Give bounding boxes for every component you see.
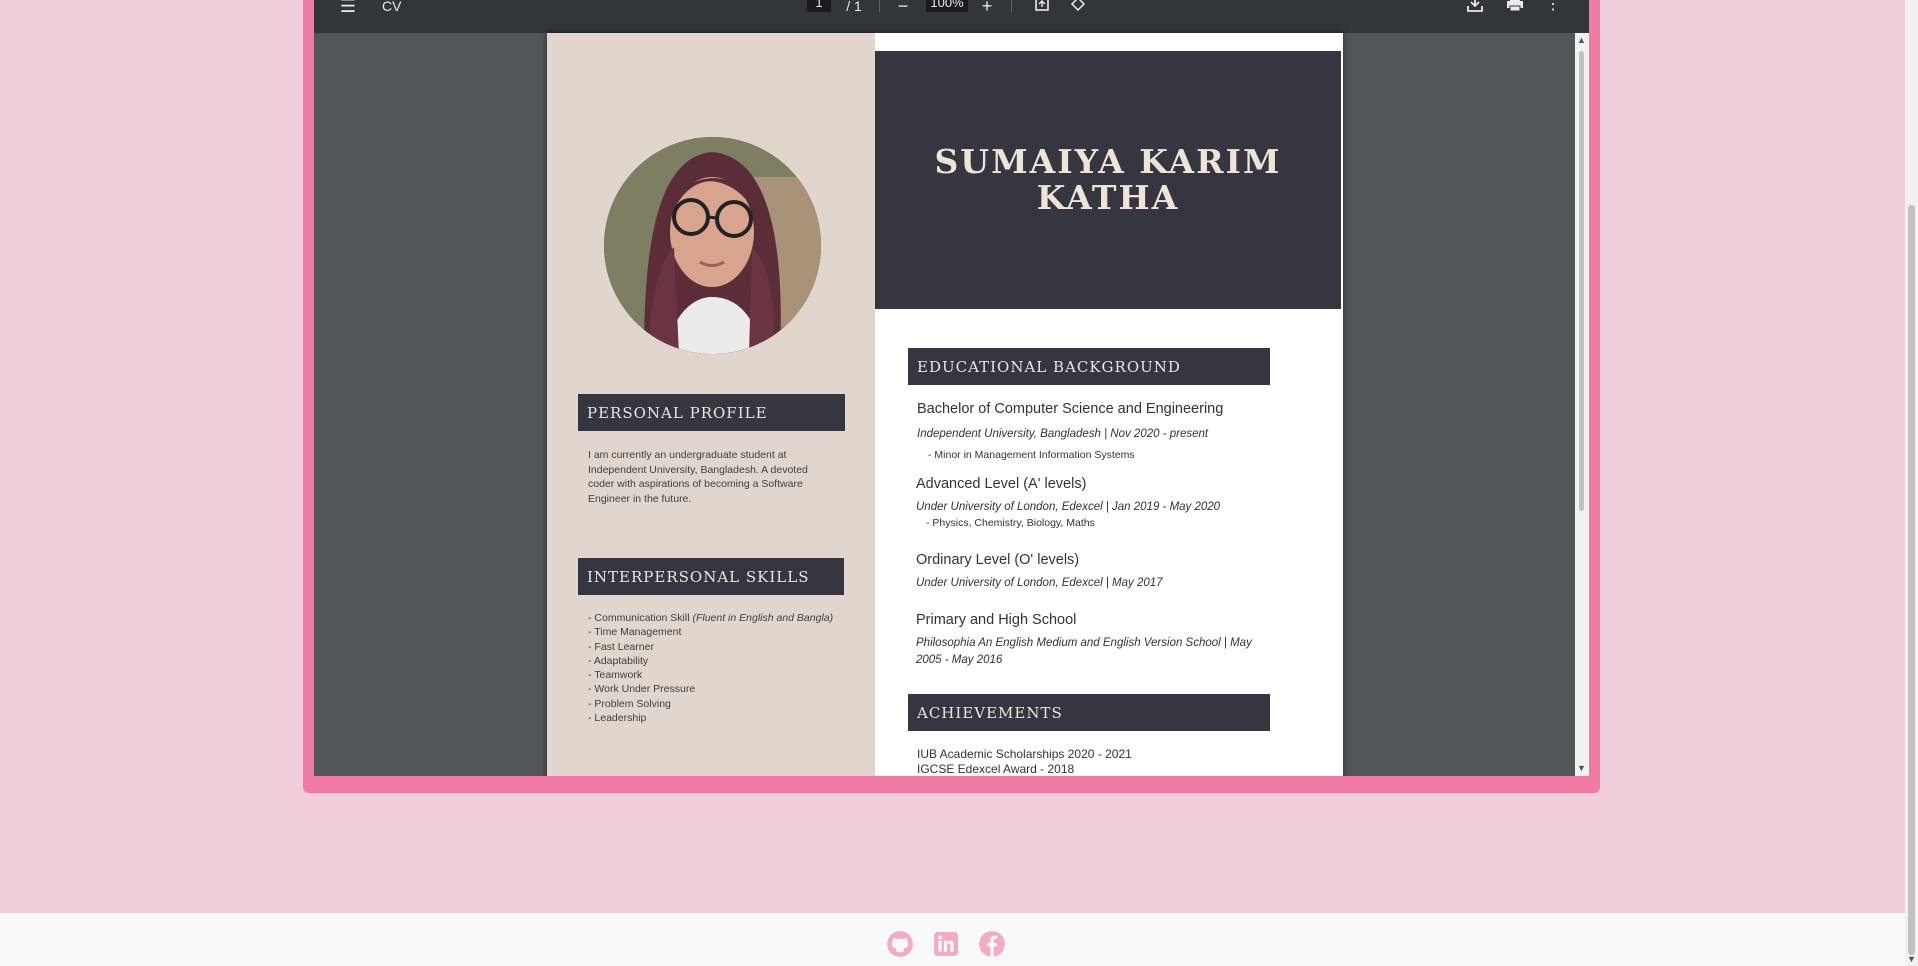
cv-main: SUMAIYA KARIM KATHA EDUCATIONAL BACKGROU…: [875, 33, 1343, 776]
download-icon[interactable]: [1464, 0, 1486, 12]
cv-sidebar: PERSONAL PROFILE I am currently an under…: [547, 33, 875, 776]
document-title: CV: [382, 0, 402, 14]
fit-page-icon[interactable]: [1032, 0, 1052, 12]
skills-list: - Communication Skill (Fluent in English…: [588, 611, 848, 725]
zoom-in-button[interactable]: +: [976, 0, 998, 15]
education-degree: Advanced Level (A' levels): [916, 476, 1087, 492]
pdf-toolbar: ☰ CV 1 / 1 − 100% + ⋮: [314, 0, 1589, 33]
list-item: - Communication Skill (Fluent in English…: [588, 612, 834, 624]
list-item: - Adaptability: [588, 654, 649, 667]
linkedin-icon[interactable]: [932, 930, 960, 958]
achievement-item: IUB Academic Scholarships 2020 - 2021: [917, 747, 1132, 761]
footer: [0, 913, 1905, 966]
github-icon[interactable]: [886, 930, 914, 958]
education-institution: Under University of London, Edexcel | Ma…: [916, 577, 1163, 589]
scrollbar-thumb[interactable]: [1579, 51, 1584, 511]
list-item: - Fast Learner: [588, 640, 654, 653]
name-banner: SUMAIYA KARIM KATHA: [875, 51, 1341, 309]
scroll-down-icon[interactable]: ▼: [1907, 954, 1916, 964]
rotate-icon[interactable]: [1068, 0, 1088, 12]
toolbar-divider: [1011, 0, 1012, 12]
menu-button[interactable]: ☰: [336, 0, 360, 15]
personal-profile-text: I am currently an undergraduate student …: [588, 449, 808, 505]
pdf-viewer: ☰ CV 1 / 1 − 100% + ⋮ PERSONAL PROFILE I…: [314, 0, 1589, 776]
education-degree: Primary and High School: [916, 612, 1077, 628]
education-header: EDUCATIONAL BACKGROUND: [908, 348, 1270, 385]
scroll-up-icon[interactable]: ▲: [1577, 35, 1586, 45]
print-icon[interactable]: [1504, 0, 1526, 12]
education-degree: Ordinary Level (O' levels): [916, 552, 1080, 568]
name-line-1: SUMAIYA KARIM: [934, 142, 1282, 181]
education-institution: Independent University, Bangladesh | Nov…: [917, 428, 1209, 440]
scrollbar-thumb[interactable]: [1908, 205, 1915, 955]
education-institution: Under University of London, Edexcel | Ja…: [916, 501, 1221, 513]
toolbar-divider: [879, 0, 880, 12]
more-options-icon[interactable]: ⋮: [1544, 0, 1562, 13]
achievement-item: IGCSE Edexcel Award - 2018: [917, 762, 1075, 776]
profile-photo: [604, 137, 821, 354]
interpersonal-skills-header: INTERPERSONAL SKILLS: [578, 558, 844, 595]
personal-profile-header: PERSONAL PROFILE: [578, 394, 845, 431]
page-number-input[interactable]: 1: [807, 0, 831, 12]
page-count: / 1: [846, 0, 862, 14]
zoom-input[interactable]: 100%: [926, 0, 968, 12]
list-item: - Time Management: [588, 626, 682, 639]
pdf-page: PERSONAL PROFILE I am currently an under…: [547, 33, 1343, 776]
education-note: - Minor in Management Information System…: [928, 449, 1135, 461]
list-item: - Work Under Pressure: [588, 683, 696, 696]
education-note: - Physics, Chemistry, Biology, Maths: [926, 517, 1095, 529]
page-scrollbar[interactable]: ▼: [1905, 0, 1918, 966]
name-line-2: KATHA: [1036, 178, 1180, 217]
list-item: - Leadership: [588, 712, 647, 725]
viewer-scrollbar[interactable]: ▲ ▼: [1575, 33, 1589, 776]
education-institution: Philosophia An English Medium and Englis…: [916, 637, 1252, 649]
education-degree: Bachelor of Computer Science and Enginee…: [917, 401, 1224, 417]
achievements-header: ACHIEVEMENTS: [908, 694, 1270, 731]
zoom-out-button[interactable]: −: [892, 0, 914, 15]
list-item: - Teamwork: [588, 669, 643, 682]
list-item: - Problem Solving: [588, 697, 671, 710]
facebook-icon[interactable]: [978, 930, 1006, 958]
education-institution: 2005 - May 2016: [916, 654, 1003, 666]
scroll-down-icon[interactable]: ▼: [1577, 763, 1586, 773]
